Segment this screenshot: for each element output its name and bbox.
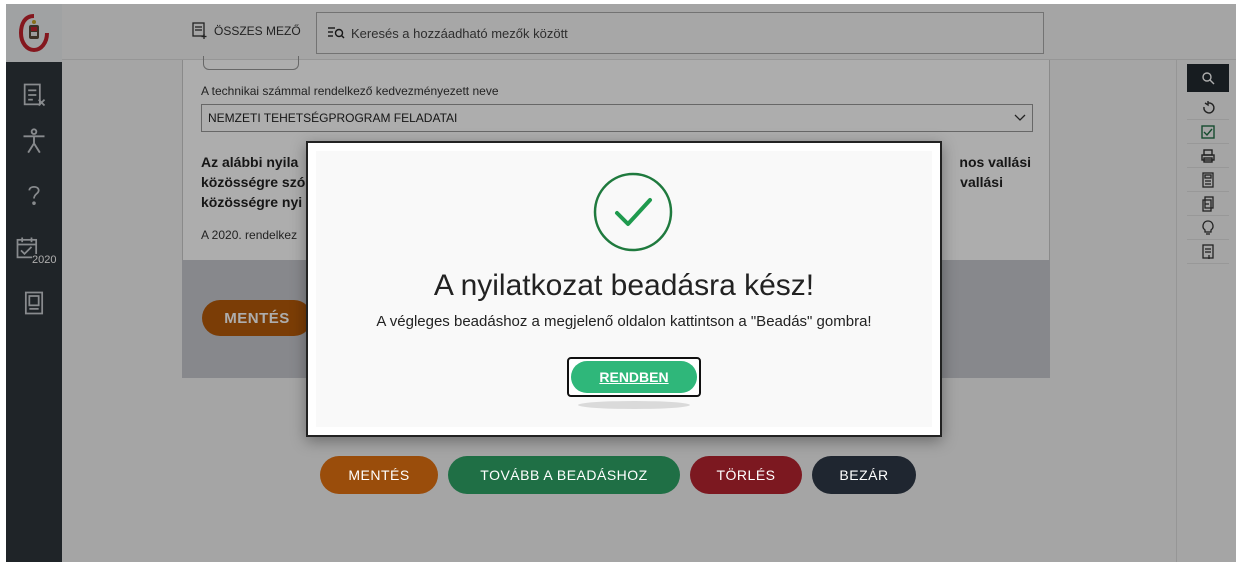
ok-button-shadow xyxy=(578,401,690,409)
close-button[interactable]: BEZÁR xyxy=(812,456,916,494)
delete-button[interactable]: TÖRLÉS xyxy=(690,456,802,494)
save-button[interactable]: MENTÉS xyxy=(320,456,438,494)
app-window: 2020 ÖSSZES MEZŐ Keresés a hozzáadható m… xyxy=(6,4,1236,562)
modal-body: A nyilatkozat beadásra kész! A végleges … xyxy=(316,151,932,427)
modal-message: A végleges beadáshoz a megjelenő oldalon… xyxy=(376,313,872,330)
bottom-actions: MENTÉS TOVÁBB A BEADÁSHOZ TÖRLÉS BEZÁR xyxy=(320,456,916,494)
success-modal: A nyilatkozat beadásra kész! A végleges … xyxy=(306,141,942,437)
success-check-icon xyxy=(593,172,673,252)
proceed-to-submission-button[interactable]: TOVÁBB A BEADÁSHOZ xyxy=(448,456,680,494)
ok-button-label: RENDBEN xyxy=(571,361,697,393)
modal-title: A nyilatkozat beadásra kész! xyxy=(433,269,815,302)
ok-button[interactable]: RENDBEN xyxy=(567,357,701,397)
